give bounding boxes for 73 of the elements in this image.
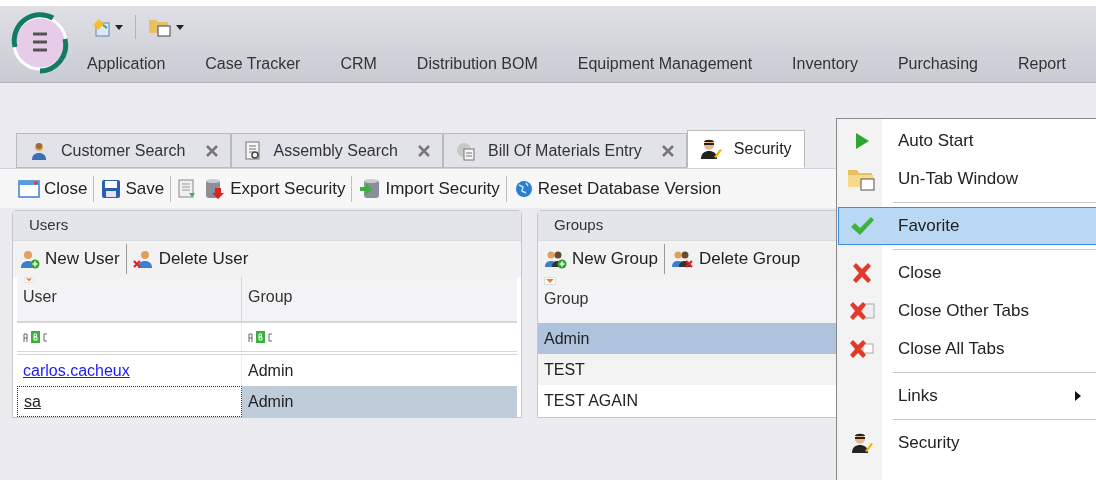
toolbar-button[interactable]: Reset Database Version [505, 175, 722, 202]
folder-window-icon [148, 17, 172, 37]
ribbon-tab[interactable]: Case Tracker [205, 52, 301, 76]
close-icon[interactable] [205, 144, 218, 157]
menu-item[interactable]: Favorite [838, 207, 1096, 245]
ribbon-tab[interactable]: Inventory [792, 52, 858, 76]
tab-label: Security [733, 139, 792, 159]
user-link[interactable]: sa [24, 389, 41, 414]
database-import-icon [359, 177, 382, 200]
close-documents-icon [847, 300, 876, 322]
agent-pencil-icon [699, 138, 722, 160]
ribbon-tab[interactable]: Purchasing [897, 52, 978, 76]
ribbon-tab[interactable]: Report [1017, 52, 1066, 76]
menu-item[interactable]: Un-Tab Window [838, 160, 1096, 198]
tab-label: Assembly Search [273, 140, 398, 161]
globe-icon [513, 178, 534, 199]
database-export-icon [204, 177, 227, 200]
close-tabs-icon [847, 338, 876, 360]
close-icon[interactable] [418, 144, 430, 157]
ribbon-tab[interactable]: Equipment Management [577, 52, 753, 76]
document-tab[interactable]: Security [686, 130, 805, 168]
close-window-icon [18, 178, 40, 199]
ribbon-tab[interactable]: CRM [340, 52, 377, 76]
column-header[interactable]: Group [242, 277, 517, 321]
menu-item-label: Close [898, 262, 943, 285]
text-filter-icon [23, 331, 49, 343]
dropdown-caret-icon [176, 24, 184, 30]
group-delete-icon [671, 249, 695, 269]
toolbar-button[interactable]: Delete User [132, 246, 249, 272]
menu-item[interactable]: Auto Start [838, 122, 1096, 160]
customer-search-icon [29, 140, 49, 161]
document-tab[interactable]: Assembly Search [230, 133, 443, 168]
column-header[interactable]: User [17, 277, 242, 321]
group-add-icon [544, 249, 568, 269]
ribbon-tab[interactable]: Distribution BOM [416, 52, 538, 76]
paint-document-icon [91, 17, 111, 37]
document-search-icon [243, 140, 262, 161]
document-tab[interactable]: Customer Search [16, 133, 231, 168]
menu-item[interactable]: Security [838, 424, 1096, 462]
toolbar-button[interactable]: Import Security [351, 175, 500, 202]
tab-label: Customer Search [61, 140, 186, 161]
user-add-icon [19, 249, 41, 269]
close-icon[interactable] [661, 144, 674, 157]
toolbar-button[interactable]: New User [19, 246, 120, 272]
agent-pencil-icon [850, 432, 873, 454]
ribbon-tab[interactable]: Application [87, 52, 166, 76]
table-cell: Admin [242, 386, 517, 417]
text-filter-icon [248, 331, 274, 343]
dropdown-caret-icon [115, 24, 123, 30]
menu-item-label: Auto Start [898, 130, 975, 153]
tab-label: Bill Of Materials Entry [488, 140, 642, 161]
toolbar-button[interactable]: Delete Group [671, 246, 801, 272]
user-link[interactable]: carlos.cacheux [23, 358, 130, 383]
toolbar-button[interactable]: Export Security [204, 175, 346, 202]
toolbar-button[interactable]: New Group [544, 246, 658, 272]
menu-item-label: Un-Tab Window [898, 168, 1019, 191]
panel-title: Groups [554, 215, 604, 236]
column-header[interactable]: Group [538, 277, 856, 323]
play-icon [853, 132, 870, 150]
menu-item-label: Security [898, 432, 961, 455]
sheet-download-icon [178, 178, 197, 199]
menu-item-label: Close Other Tabs [898, 300, 1031, 323]
document-tab[interactable]: Bill Of Materials Entry [443, 133, 687, 168]
menu-item-label: Links [898, 385, 939, 408]
menu-item-label: Close All Tabs [898, 338, 1006, 361]
panel-title: Users [29, 215, 69, 236]
save-icon [101, 178, 122, 199]
toolbar-button[interactable]: Close [18, 175, 88, 202]
submenu-arrow-icon [1075, 391, 1081, 401]
menu-item-label: Favorite [898, 215, 961, 238]
toolbar-button[interactable]: Save [93, 175, 165, 202]
disc-document-icon [456, 140, 476, 161]
user-delete-icon [132, 249, 155, 269]
